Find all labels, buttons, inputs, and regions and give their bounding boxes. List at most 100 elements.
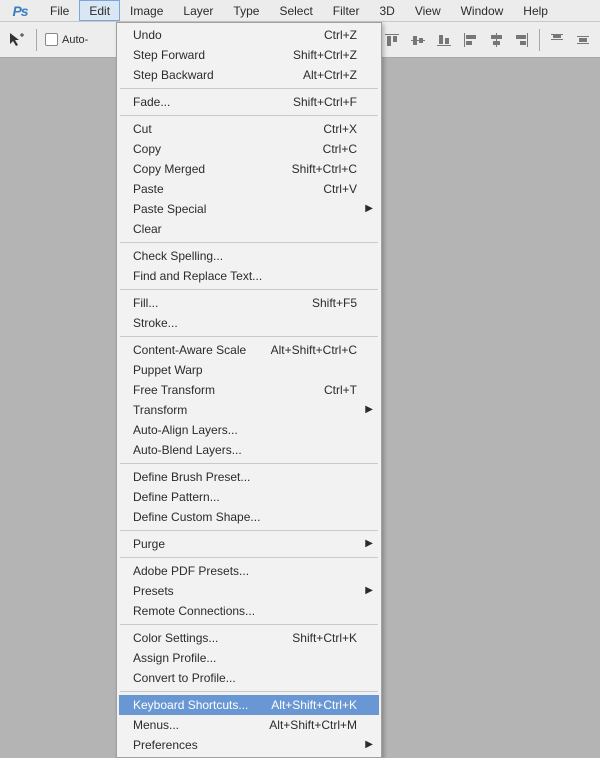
submenu-arrow-icon: ▶ xyxy=(365,740,373,750)
menu-separator xyxy=(120,530,378,531)
menu-item-label: Fade... xyxy=(133,95,285,109)
menu-item-shortcut: Ctrl+V xyxy=(315,182,357,196)
menu-item-auto-blend-layers[interactable]: Auto-Blend Layers... xyxy=(119,440,379,460)
menubar-item-view[interactable]: View xyxy=(405,0,451,21)
align-hcenter-icon[interactable] xyxy=(485,29,507,51)
menu-item-label: Copy xyxy=(133,142,315,156)
menu-item-transform[interactable]: Transform▶ xyxy=(119,400,379,420)
distribute-top-icon[interactable] xyxy=(546,29,568,51)
menu-separator xyxy=(120,557,378,558)
menu-item-cut[interactable]: CutCtrl+X xyxy=(119,119,379,139)
menu-item-label: Check Spelling... xyxy=(133,249,357,263)
menu-item-fill[interactable]: Fill...Shift+F5 xyxy=(119,293,379,313)
menu-item-label: Fill... xyxy=(133,296,304,310)
menu-item-label: Assign Profile... xyxy=(133,651,357,665)
menubar-item-layer[interactable]: Layer xyxy=(173,0,223,21)
menubar-item-image[interactable]: Image xyxy=(120,0,173,21)
menu-item-keyboard-shortcuts[interactable]: Keyboard Shortcuts...Alt+Shift+Ctrl+K xyxy=(119,695,379,715)
align-vcenter-icon[interactable] xyxy=(407,29,429,51)
menu-item-label: Define Custom Shape... xyxy=(133,510,357,524)
menu-item-presets[interactable]: Presets▶ xyxy=(119,581,379,601)
menu-item-shortcut: Alt+Ctrl+Z xyxy=(295,68,357,82)
menu-item-shortcut: Shift+Ctrl+K xyxy=(284,631,357,645)
menu-item-shortcut: Ctrl+C xyxy=(315,142,357,156)
menu-item-label: Preferences xyxy=(133,738,357,752)
align-bottom-icon[interactable] xyxy=(433,29,455,51)
menu-separator xyxy=(120,242,378,243)
menubar: Ps FileEditImageLayerTypeSelectFilter3DV… xyxy=(0,0,600,22)
menu-item-check-spelling[interactable]: Check Spelling... xyxy=(119,246,379,266)
menubar-item-3d[interactable]: 3D xyxy=(369,0,404,21)
menu-item-purge[interactable]: Purge▶ xyxy=(119,534,379,554)
menu-item-label: Auto-Blend Layers... xyxy=(133,443,357,457)
menu-item-content-aware-scale[interactable]: Content-Aware ScaleAlt+Shift+Ctrl+C xyxy=(119,340,379,360)
align-left-icon[interactable] xyxy=(459,29,481,51)
menu-item-fade[interactable]: Fade...Shift+Ctrl+F xyxy=(119,92,379,112)
menubar-item-help[interactable]: Help xyxy=(513,0,558,21)
menu-item-remote-connections[interactable]: Remote Connections... xyxy=(119,601,379,621)
menu-item-convert-to-profile[interactable]: Convert to Profile... xyxy=(119,668,379,688)
menu-item-preferences[interactable]: Preferences ▶ xyxy=(119,735,379,755)
menu-item-paste-special[interactable]: Paste Special ▶ xyxy=(119,199,379,219)
menu-item-step-forward[interactable]: Step ForwardShift+Ctrl+Z xyxy=(119,45,379,65)
menu-item-label: Menus... xyxy=(133,718,261,732)
menu-item-shortcut: Shift+Ctrl+C xyxy=(284,162,357,176)
menubar-item-type[interactable]: Type xyxy=(223,0,269,21)
menu-item-label: Clear xyxy=(133,222,357,236)
menu-item-label: Convert to Profile... xyxy=(133,671,357,685)
menu-item-assign-profile[interactable]: Assign Profile... xyxy=(119,648,379,668)
edit-menu-dropdown: UndoCtrl+ZStep ForwardShift+Ctrl+ZStep B… xyxy=(116,22,382,758)
menubar-item-file[interactable]: File xyxy=(40,0,79,21)
app-logo: Ps xyxy=(4,0,36,21)
menu-item-shortcut: Alt+Shift+Ctrl+K xyxy=(263,698,357,712)
menu-item-color-settings[interactable]: Color Settings...Shift+Ctrl+K xyxy=(119,628,379,648)
menu-item-step-backward[interactable]: Step BackwardAlt+Ctrl+Z xyxy=(119,65,379,85)
menu-item-label: Puppet Warp xyxy=(133,363,357,377)
menu-item-label: Define Brush Preset... xyxy=(133,470,357,484)
menu-item-undo[interactable]: UndoCtrl+Z xyxy=(119,25,379,45)
align-right-icon[interactable] xyxy=(511,29,533,51)
move-tool-icon[interactable] xyxy=(6,29,28,51)
menu-item-copy[interactable]: CopyCtrl+C xyxy=(119,139,379,159)
menu-item-shortcut: Shift+F5 xyxy=(304,296,357,310)
menu-item-label: Color Settings... xyxy=(133,631,284,645)
menu-item-label: Keyboard Shortcuts... xyxy=(133,698,263,712)
menubar-item-filter[interactable]: Filter xyxy=(323,0,370,21)
menu-separator xyxy=(120,88,378,89)
submenu-arrow-icon: ▶ xyxy=(365,204,373,214)
menu-item-label: Auto-Align Layers... xyxy=(133,423,357,437)
menu-item-free-transform[interactable]: Free TransformCtrl+T xyxy=(119,380,379,400)
menu-item-copy-merged[interactable]: Copy MergedShift+Ctrl+C xyxy=(119,159,379,179)
menu-item-label: Find and Replace Text... xyxy=(133,269,357,283)
menu-item-shortcut: Shift+Ctrl+Z xyxy=(285,48,357,62)
menu-item-label: Step Forward xyxy=(133,48,285,62)
menubar-item-select[interactable]: Select xyxy=(269,0,322,21)
distribute-vcenter-icon[interactable] xyxy=(572,29,594,51)
menu-item-adobe-pdf-presets[interactable]: Adobe PDF Presets... xyxy=(119,561,379,581)
menu-item-define-brush-preset[interactable]: Define Brush Preset... xyxy=(119,467,379,487)
menu-item-label: Remote Connections... xyxy=(133,604,357,618)
menu-item-find-and-replace-text[interactable]: Find and Replace Text... xyxy=(119,266,379,286)
menubar-item-edit[interactable]: Edit xyxy=(79,0,120,21)
menu-item-label: Adobe PDF Presets... xyxy=(133,564,357,578)
menu-item-define-pattern[interactable]: Define Pattern... xyxy=(119,487,379,507)
menu-item-define-custom-shape[interactable]: Define Custom Shape... xyxy=(119,507,379,527)
menu-item-shortcut: Alt+Shift+Ctrl+C xyxy=(263,343,357,357)
auto-select-option[interactable]: Auto- xyxy=(45,33,88,46)
menu-item-paste[interactable]: PasteCtrl+V xyxy=(119,179,379,199)
menu-item-clear[interactable]: Clear xyxy=(119,219,379,239)
auto-select-checkbox[interactable] xyxy=(45,33,58,46)
menu-item-label: Cut xyxy=(133,122,315,136)
menu-item-label: Paste Special xyxy=(133,202,357,216)
menubar-item-window[interactable]: Window xyxy=(451,0,514,21)
menu-item-puppet-warp[interactable]: Puppet Warp xyxy=(119,360,379,380)
align-top-icon[interactable] xyxy=(381,29,403,51)
menu-item-stroke[interactable]: Stroke... xyxy=(119,313,379,333)
menu-item-shortcut: Ctrl+Z xyxy=(316,28,357,42)
submenu-arrow-icon: ▶ xyxy=(365,539,373,549)
menu-item-label: Step Backward xyxy=(133,68,295,82)
menu-separator xyxy=(120,624,378,625)
menu-item-menus[interactable]: Menus...Alt+Shift+Ctrl+M xyxy=(119,715,379,735)
menu-item-auto-align-layers[interactable]: Auto-Align Layers... xyxy=(119,420,379,440)
menu-item-label: Define Pattern... xyxy=(133,490,357,504)
